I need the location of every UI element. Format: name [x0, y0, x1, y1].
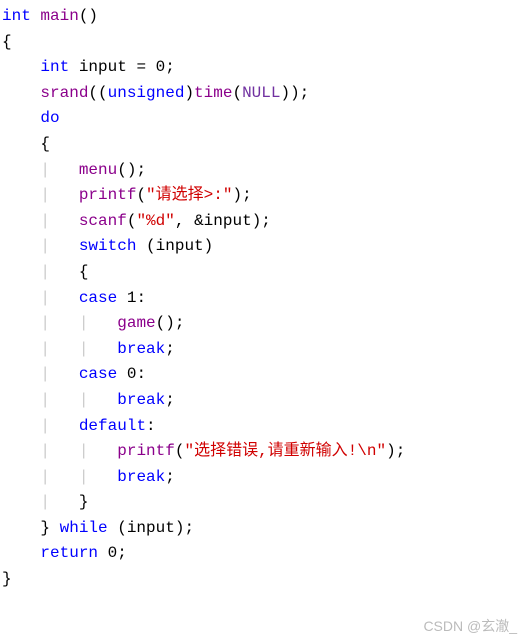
var-input: input	[79, 58, 127, 76]
paren: (	[232, 84, 242, 102]
keyword-int: int	[2, 7, 31, 25]
paren: );	[175, 519, 194, 537]
brace-open: {	[79, 263, 89, 281]
paren: );	[252, 212, 271, 230]
var-input: input	[127, 519, 175, 537]
colon: :	[136, 365, 146, 383]
string: "请选择>:"	[146, 186, 232, 204]
func-menu: menu	[79, 161, 117, 179]
code-block: int main() { int input = 0; srand((unsig…	[0, 0, 527, 597]
comma: , &	[175, 212, 204, 230]
brace-close: }	[79, 493, 89, 511]
keyword-return: return	[40, 544, 98, 562]
var-input: input	[204, 212, 252, 230]
string: "	[376, 442, 386, 460]
keyword-unsigned: unsigned	[108, 84, 185, 102]
num: 0	[98, 544, 117, 562]
paren: (	[136, 237, 155, 255]
paren: ();	[156, 314, 185, 332]
func-time: time	[194, 84, 232, 102]
paren: (	[127, 212, 137, 230]
semi: ;	[117, 544, 127, 562]
paren: );	[232, 186, 251, 204]
semi: ;	[165, 468, 175, 486]
keyword-int: int	[40, 58, 69, 76]
func-printf: printf	[117, 442, 175, 460]
paren: ();	[117, 161, 146, 179]
keyword-case: case	[79, 289, 117, 307]
keyword-default: default	[79, 417, 146, 435]
paren: );	[386, 442, 405, 460]
brace-open: {	[40, 135, 50, 153]
brace-close: }	[2, 570, 12, 588]
paren: ((	[88, 84, 107, 102]
semi: ;	[165, 391, 175, 409]
func-srand: srand	[40, 84, 88, 102]
func-main: main	[40, 7, 78, 25]
paren: )	[204, 237, 214, 255]
const-null: NULL	[242, 84, 280, 102]
paren: (	[136, 186, 146, 204]
keyword-break: break	[117, 391, 165, 409]
keyword-while: while	[50, 519, 108, 537]
keyword-break: break	[117, 468, 165, 486]
num: 0	[117, 365, 136, 383]
keyword-do: do	[40, 109, 59, 127]
keyword-break: break	[117, 340, 165, 358]
string: "选择错误,请重新输入!	[184, 442, 357, 460]
escape-n: \n	[357, 442, 376, 460]
num: 1	[117, 289, 136, 307]
keyword-case: case	[79, 365, 117, 383]
eq: =	[127, 58, 156, 76]
paren: ));	[280, 84, 309, 102]
semi: ;	[165, 58, 175, 76]
func-game: game	[117, 314, 155, 332]
brace-open: {	[2, 33, 12, 51]
num: 0	[156, 58, 166, 76]
paren: (	[108, 519, 127, 537]
paren: )	[184, 84, 194, 102]
func-scanf: scanf	[79, 212, 127, 230]
string: "%d"	[136, 212, 174, 230]
brace-close: }	[40, 519, 50, 537]
colon: :	[146, 417, 156, 435]
var-input: input	[156, 237, 204, 255]
semi: ;	[165, 340, 175, 358]
keyword-switch: switch	[79, 237, 137, 255]
func-printf: printf	[79, 186, 137, 204]
watermark: CSDN @玄澈_	[423, 615, 517, 637]
parens: ()	[79, 7, 98, 25]
colon: :	[136, 289, 146, 307]
